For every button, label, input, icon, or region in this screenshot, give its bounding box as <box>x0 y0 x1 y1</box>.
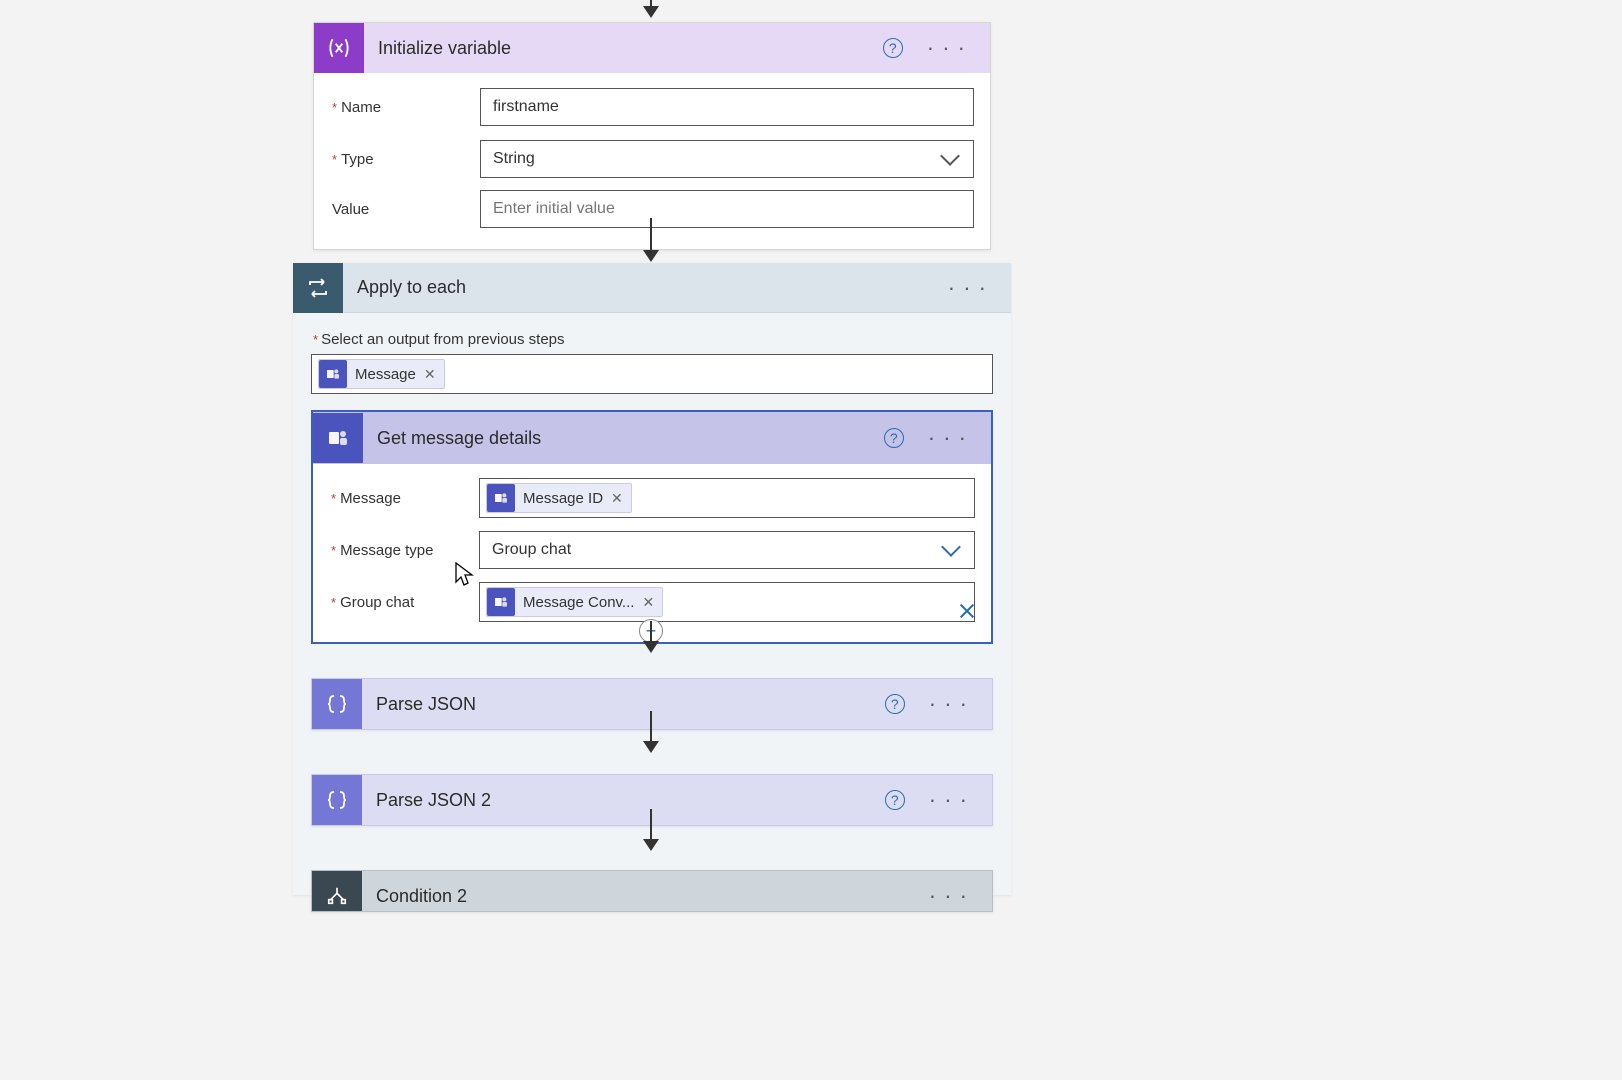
chevron-down-icon <box>941 537 961 557</box>
token-label: Message <box>355 366 416 383</box>
label-group-chat: Group chat <box>329 594 479 611</box>
help-icon[interactable]: ? <box>883 38 903 58</box>
teams-icon <box>487 588 515 616</box>
group-chat-input[interactable]: Message Conv... ✕ <box>479 582 975 622</box>
label-message-type: Message type <box>329 542 479 559</box>
token-remove-icon[interactable]: ✕ <box>611 490 623 507</box>
step-condition-2[interactable]: Condition 2 · · · <box>311 870 993 912</box>
more-menu-button[interactable]: · · · <box>929 891 968 901</box>
flow-arrow <box>650 218 652 260</box>
label-message: Message <box>329 490 479 507</box>
card-body: Name Type String Value <box>314 73 990 249</box>
help-icon[interactable]: ? <box>884 428 904 448</box>
help-icon[interactable]: ? <box>885 790 905 810</box>
card-title: Get message details <box>363 428 884 449</box>
message-input[interactable]: Message ID ✕ <box>479 478 975 518</box>
more-menu-button[interactable]: · · · <box>929 795 968 805</box>
token-label: Message Conv... <box>523 594 634 611</box>
flow-arrow <box>650 809 652 849</box>
loop-icon <box>293 263 343 313</box>
help-icon[interactable]: ? <box>885 694 905 714</box>
step-parse-json-2[interactable]: Parse JSON 2 ? · · · <box>311 774 993 826</box>
step-apply-to-each: Apply to each · · · Select an output fro… <box>293 263 1011 895</box>
step-parse-json[interactable]: Parse JSON ? · · · <box>311 678 993 730</box>
flow-arrow <box>650 0 652 16</box>
card-title: Initialize variable <box>364 38 883 59</box>
label-name: Name <box>330 99 480 116</box>
more-menu-button[interactable]: · · · <box>928 433 967 443</box>
teams-icon <box>487 484 515 512</box>
flow-arrow <box>650 711 652 751</box>
card-header[interactable]: Apply to each · · · <box>293 263 1011 313</box>
condition-icon <box>312 871 362 912</box>
select-output-input[interactable]: Message ✕ <box>311 354 993 394</box>
token-message-conv[interactable]: Message Conv... ✕ <box>486 587 663 617</box>
card-header[interactable]: Initialize variable ? · · · <box>314 23 990 73</box>
chevron-down-icon <box>940 146 960 166</box>
card-title: Parse JSON 2 <box>362 790 885 811</box>
value-input[interactable] <box>480 190 974 228</box>
teams-icon <box>313 413 363 463</box>
json-icon <box>312 679 362 729</box>
message-type-select[interactable]: Group chat <box>479 531 975 569</box>
card-title: Condition 2 <box>362 886 929 907</box>
label-select-output: Select an output from previous steps <box>293 313 1011 354</box>
more-menu-button[interactable]: · · · <box>927 43 966 53</box>
card-header[interactable]: Parse JSON ? · · · <box>312 679 992 729</box>
json-icon <box>312 775 362 825</box>
card-title: Apply to each <box>343 277 948 298</box>
label-type: Type <box>330 151 480 168</box>
variable-icon <box>314 23 364 73</box>
token-remove-icon[interactable]: ✕ <box>642 594 654 611</box>
token-message-id[interactable]: Message ID ✕ <box>486 483 632 513</box>
card-header[interactable]: Get message details ? · · · <box>313 412 991 464</box>
card-header[interactable]: Condition 2 · · · <box>312 871 992 912</box>
teams-icon <box>319 360 347 388</box>
type-select[interactable]: String <box>480 140 974 178</box>
more-menu-button[interactable]: · · · <box>948 283 987 293</box>
step-get-message-details[interactable]: Get message details ? · · · Message <box>311 410 993 644</box>
token-message[interactable]: Message ✕ <box>318 359 445 389</box>
flow-arrow <box>650 621 652 651</box>
card-header[interactable]: Parse JSON 2 ? · · · <box>312 775 992 825</box>
label-value: Value <box>330 201 480 218</box>
type-value: String <box>493 150 535 168</box>
token-label: Message ID <box>523 490 603 507</box>
message-type-value: Group chat <box>492 541 571 559</box>
token-remove-icon[interactable]: ✕ <box>424 366 436 383</box>
card-body: Message Message ID ✕ <box>313 464 991 642</box>
card-title: Parse JSON <box>362 694 885 715</box>
step-initialize-variable[interactable]: Initialize variable ? · · · Name Type St… <box>313 22 991 250</box>
name-input[interactable] <box>480 88 974 126</box>
more-menu-button[interactable]: · · · <box>929 699 968 709</box>
